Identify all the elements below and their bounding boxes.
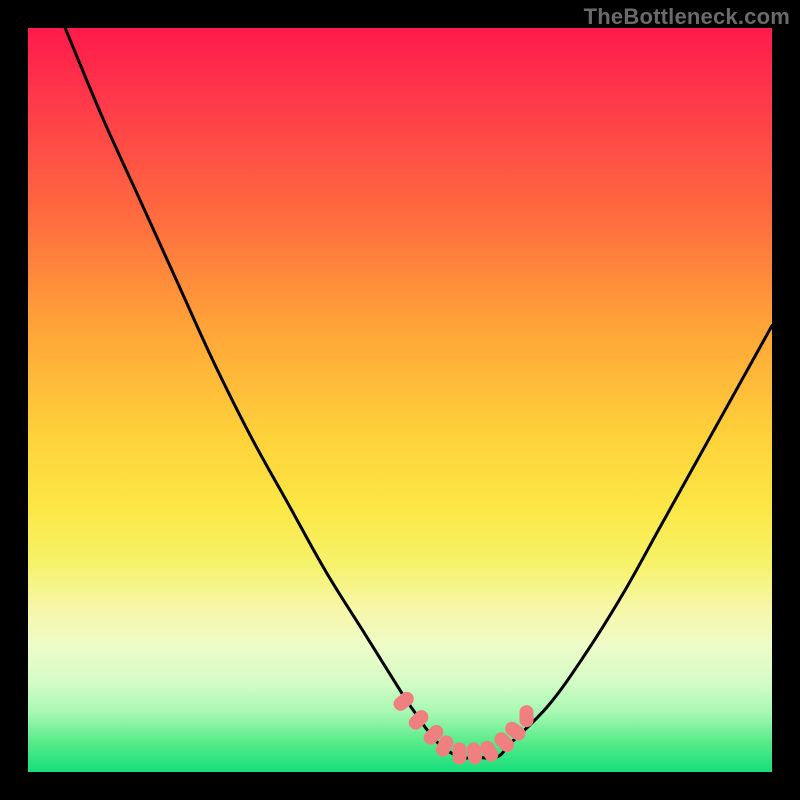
marker-dot xyxy=(453,742,467,764)
watermark-text: TheBottleneck.com xyxy=(584,4,790,30)
chart-svg xyxy=(28,28,772,772)
marker-dots-group xyxy=(391,689,534,765)
bottleneck-curve-path xyxy=(65,28,772,758)
marker-dot xyxy=(466,741,483,765)
chart-frame: TheBottleneck.com xyxy=(0,0,800,800)
marker-dot xyxy=(520,705,534,727)
